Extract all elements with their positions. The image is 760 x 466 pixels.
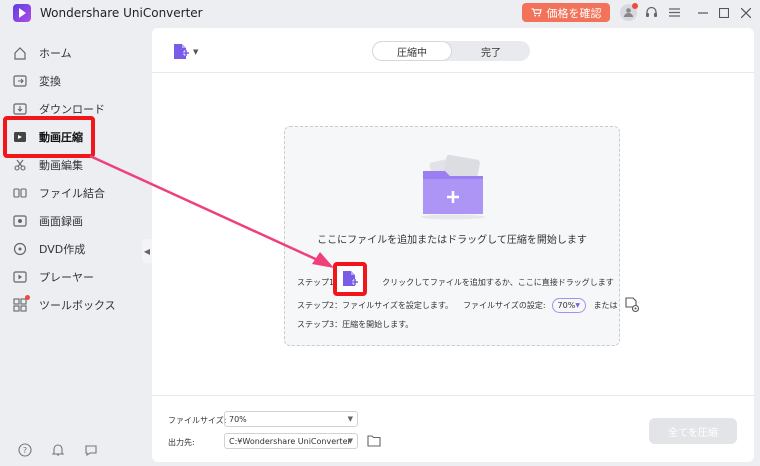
buy-button[interactable]: 価格を確認 [522,3,610,22]
sidebar-footer: ? [18,443,98,457]
file-size-percent-value: 70% [557,300,576,310]
app-logo [13,4,31,22]
chevron-down-icon: ▼ [347,415,353,423]
output-folder-select[interactable]: C:¥Wondershare UniConverter ▼ [224,433,358,449]
tab-compressing[interactable]: 圧縮中 [372,41,452,61]
sidebar-item-label: DVD作成 [39,243,86,256]
grid-icon [12,295,30,313]
sidebar-item-toolbox[interactable]: ツールボックス [12,294,148,316]
sidebar-item-label: ツールボックス [39,299,116,312]
sidebar-item-record[interactable]: 画面録画 [12,210,148,232]
close-icon[interactable] [737,4,754,21]
play-icon [12,269,28,285]
buy-button-label: 価格を確認 [546,6,602,20]
main-panel: ▼ 圧縮中 完了 ここにファイルを追加またはドラッグして圧縮を開始します ステッ… [152,28,754,462]
download-icon [12,101,28,117]
sidebar-item-player[interactable]: プレーヤー [12,266,148,288]
highlight-frame-sidebar [3,116,95,158]
file-size-label: ファイルサイズ: [168,416,227,425]
tab-done[interactable]: 完了 [452,41,530,61]
cart-icon [531,8,542,17]
bell-icon[interactable] [51,443,65,457]
sidebar-item-label: ホーム [39,47,72,60]
home-icon [12,45,28,61]
file-size-value: 70% [229,414,247,424]
notification-dot [25,295,30,300]
sidebar-item-convert[interactable]: 変換 [12,70,148,92]
step-add-file-button[interactable] [333,262,367,296]
output-folder-value: C:¥Wondershare UniConverter [229,436,351,446]
divider [152,395,754,396]
minimize-icon[interactable] [694,4,711,21]
sidebar-item-merge[interactable]: ファイル結合 [12,182,148,204]
title-bar: Wondershare UniConverter 価格を確認 [0,0,760,26]
convert-icon [12,73,28,89]
sidebar-item-dvd[interactable]: DVD作成 [12,238,148,260]
merge-icon [12,185,28,201]
maximize-icon[interactable] [715,4,732,21]
step-1-text: クリックしてファイルを追加するか、ここに直接ドラッグします [382,278,614,287]
folder-add-icon [421,155,485,220]
output-label: 出力先: [168,438,195,447]
folder-icon[interactable] [367,435,381,447]
sidebar-item-label: ファイル結合 [39,187,105,200]
chevron-down-icon: ▼ [347,437,353,445]
file-size-percent-select[interactable]: 70% ▼ [551,297,586,313]
sidebar-item-home[interactable]: ホーム [12,42,148,64]
step-2-or: または [593,300,618,310]
chevron-down-icon: ▼ [575,301,580,309]
add-file-icon [174,44,189,59]
user-icon[interactable] [620,3,638,21]
sidebar-item-label: 画面録画 [39,215,83,228]
dvd-icon [12,241,28,257]
headset-icon[interactable] [643,4,660,21]
sidebar-item-label: 変換 [39,75,61,88]
sidebar-collapse-handle[interactable]: ◀ [142,239,152,263]
file-settings-icon[interactable] [624,297,640,313]
sidebar-item-label: ダウンロード [39,103,105,116]
app-title: Wondershare UniConverter [40,6,203,20]
add-file-icon [343,271,358,286]
drop-instruction: ここにファイルを追加またはドラッグして圧縮を開始します [317,235,587,246]
sidebar-item-label: プレーヤー [39,271,94,284]
file-size-select[interactable]: 70% ▼ [224,411,358,427]
add-file-dropdown-button[interactable]: ▼ [172,43,198,61]
tab-group: 圧縮中 完了 [372,41,530,61]
step-2-setting-label: ファイルサイズの設定: [463,300,546,310]
divider [152,72,754,73]
drop-zone[interactable]: ここにファイルを追加またはドラッグして圧縮を開始します ステップ1： クリックし… [284,126,639,346]
sidebar-item-label: 動画編集 [39,159,83,172]
record-icon [12,213,28,229]
chevron-down-icon: ▼ [193,48,199,56]
feedback-icon[interactable] [84,443,98,457]
sidebar: ホーム 変換 ダウンロード 動画圧縮 動画編集 ファイル結合 画面録画 DVD作… [0,26,150,466]
scissors-icon [12,157,28,173]
help-icon[interactable]: ? [18,443,32,457]
svg-text:?: ? [23,446,27,455]
step-3: ステップ3：圧縮を開始します。 [297,320,414,329]
step-2: ステップ2：ファイルサイズを設定します。 ファイルサイズの設定: 70% ▼ ま… [297,297,640,313]
step-2-label: ステップ2：ファイルサイズを設定します。 [297,300,454,310]
compress-all-button[interactable]: 全てを圧縮 [649,418,737,444]
menu-icon[interactable] [666,4,683,21]
